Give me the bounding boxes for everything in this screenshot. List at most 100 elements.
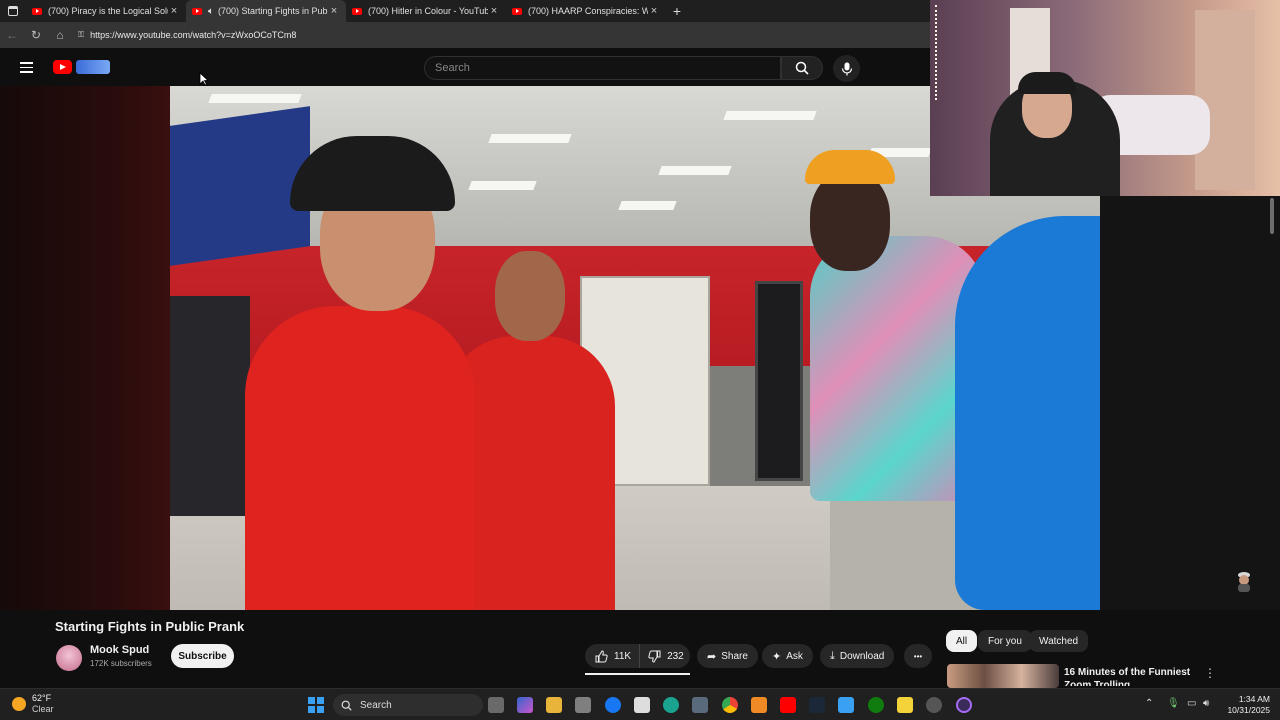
doodle-logo (76, 60, 110, 74)
dislike-count: 232 (667, 650, 684, 662)
youtube-header (0, 50, 930, 86)
voice-search-button[interactable] (833, 55, 860, 82)
recommendation-thumbnail[interactable] (947, 664, 1059, 688)
network-icon[interactable]: ▭ (1187, 698, 1196, 709)
facebook-icon[interactable] (605, 697, 621, 713)
browser-tab[interactable]: (700) HAARP Conspiracies: Was T × (506, 0, 666, 22)
new-tab-button[interactable]: + (666, 3, 688, 19)
url-text: https://www.youtube.com/watch?v=zWxoOCoT… (90, 30, 297, 40)
dislike-button[interactable]: 232 (640, 644, 692, 668)
url-field[interactable]: ⚿ https://www.youtube.com/watch?v=zWxoOC… (78, 30, 296, 40)
notes-icon[interactable] (897, 697, 913, 713)
subscriber-count: 172K subscribers (90, 659, 152, 668)
youtube-favicon-icon (352, 7, 362, 15)
like-ratio-bar (585, 673, 690, 675)
microphone-icon (841, 62, 852, 75)
ask-button[interactable]: ✦ Ask (762, 644, 813, 668)
youtube-favicon-icon (512, 7, 522, 15)
close-tab-icon[interactable]: × (648, 5, 660, 17)
tab-title: (700) Starting Fights in Publi (218, 6, 328, 16)
back-arrow-icon[interactable]: ← (0, 28, 24, 42)
more-options-icon[interactable]: ⋮ (1204, 666, 1216, 680)
obs-icon[interactable] (956, 697, 972, 713)
weather-widget[interactable]: 62°F Clear (12, 693, 54, 715)
speaker-icon[interactable]: 🔈︎ (208, 6, 214, 17)
ambient-glow (0, 86, 170, 610)
home-icon[interactable]: ⌂ (48, 28, 72, 42)
scrollbar-thumb[interactable] (1270, 198, 1274, 234)
channel-name[interactable]: Mook Spud (90, 644, 149, 656)
display-sign (755, 281, 803, 481)
like-button[interactable]: 11K (585, 644, 641, 668)
mouse-cursor (199, 72, 209, 86)
search-button[interactable] (781, 56, 823, 80)
youtube-icon[interactable] (780, 697, 796, 713)
clothing-rack (170, 296, 250, 516)
like-dislike-group: 11K 232 (585, 644, 690, 668)
share-label: Share (721, 650, 748, 662)
more-actions-button[interactable]: ••• (904, 644, 932, 668)
xbox-icon[interactable] (868, 697, 884, 713)
close-tab-icon[interactable]: × (488, 5, 500, 17)
taskbar-search[interactable]: Search (333, 694, 483, 716)
youtube-logo[interactable] (53, 60, 110, 74)
sparkle-icon: ✦ (772, 650, 782, 663)
steam-icon[interactable] (809, 697, 825, 713)
close-tab-icon[interactable]: × (168, 5, 180, 17)
tab-title: (700) HAARP Conspiracies: Was T (528, 6, 648, 16)
close-tab-icon[interactable]: × (328, 5, 340, 17)
weather-icon (12, 697, 26, 711)
settings-icon[interactable] (926, 697, 942, 713)
search-icon (341, 700, 352, 711)
download-label: Download (839, 650, 885, 662)
tab-actions-icon[interactable] (0, 0, 26, 22)
app-icon[interactable] (838, 697, 854, 713)
chevron-up-icon[interactable]: ⌃ (1145, 698, 1153, 709)
secondary-column (1100, 196, 1280, 610)
filter-chip-for-you[interactable]: For you (978, 630, 1032, 652)
edge-icon[interactable] (663, 697, 679, 713)
page-scrollbar[interactable] (1268, 196, 1276, 686)
tab-title: (700) Hitler in Colour - YouTube (368, 6, 488, 16)
store-sign (170, 106, 310, 266)
ask-label: Ask (786, 650, 803, 662)
taskbar-search-label: Search (360, 699, 392, 711)
store-icon[interactable] (575, 697, 591, 713)
task-view-icon[interactable] (488, 697, 504, 713)
start-button[interactable] (308, 697, 324, 713)
clock-time: 1:34 AM (1238, 694, 1270, 704)
screen: (700) Piracy is the Logical Solutio × 🔈︎… (0, 0, 1280, 720)
copilot-icon[interactable] (517, 697, 533, 713)
site-info-icon[interactable]: ⚿ (78, 30, 84, 40)
menu-icon[interactable] (20, 62, 33, 73)
browser-tab[interactable]: (700) Hitler in Colour - YouTube × (346, 0, 506, 22)
windows-taskbar: 62°F Clear Search ⌃ 🎙︎ ▭ 🔊︎ 1:34 AM 10/3… (0, 688, 1280, 720)
reload-icon[interactable]: ↻ (24, 28, 48, 42)
download-icon: ⤓ (830, 649, 835, 662)
volume-icon[interactable]: 🔊︎ (1203, 698, 1209, 709)
amazon-icon[interactable] (634, 697, 650, 713)
search-box (424, 56, 781, 80)
subscribe-button[interactable]: Subscribe (171, 644, 234, 668)
file-explorer-icon[interactable] (546, 697, 562, 713)
tab-title: (700) Piracy is the Logical Solutio (48, 6, 168, 16)
download-button[interactable]: ⤓ Download (820, 644, 895, 668)
share-button[interactable]: ➦ Share (697, 644, 758, 668)
share-icon: ➦ (707, 650, 717, 663)
thumbs-down-icon (648, 650, 661, 663)
chrome-icon[interactable] (722, 697, 738, 713)
browser-tab[interactable]: (700) Piracy is the Logical Solutio × (26, 0, 186, 22)
filter-chip-watched[interactable]: Watched (1029, 630, 1089, 652)
vlc-icon[interactable] (751, 697, 767, 713)
channel-avatar[interactable] (56, 645, 82, 671)
weather-temp: 62°F (32, 693, 52, 703)
recommendation-title[interactable]: 16 Minutes of the Funniest Zoom Trolling (1064, 666, 1194, 686)
filter-chip-all[interactable]: All (946, 630, 978, 652)
youtube-favicon-icon (192, 7, 202, 15)
browser-tab-active[interactable]: 🔈︎ (700) Starting Fights in Publi × (186, 0, 346, 22)
search-icon (795, 61, 809, 75)
search-input[interactable] (435, 62, 780, 74)
calculator-icon[interactable] (692, 697, 708, 713)
microphone-tray-icon[interactable]: 🎙︎ (1167, 698, 1180, 709)
clock[interactable]: 1:34 AM 10/31/2025 (1222, 694, 1270, 716)
